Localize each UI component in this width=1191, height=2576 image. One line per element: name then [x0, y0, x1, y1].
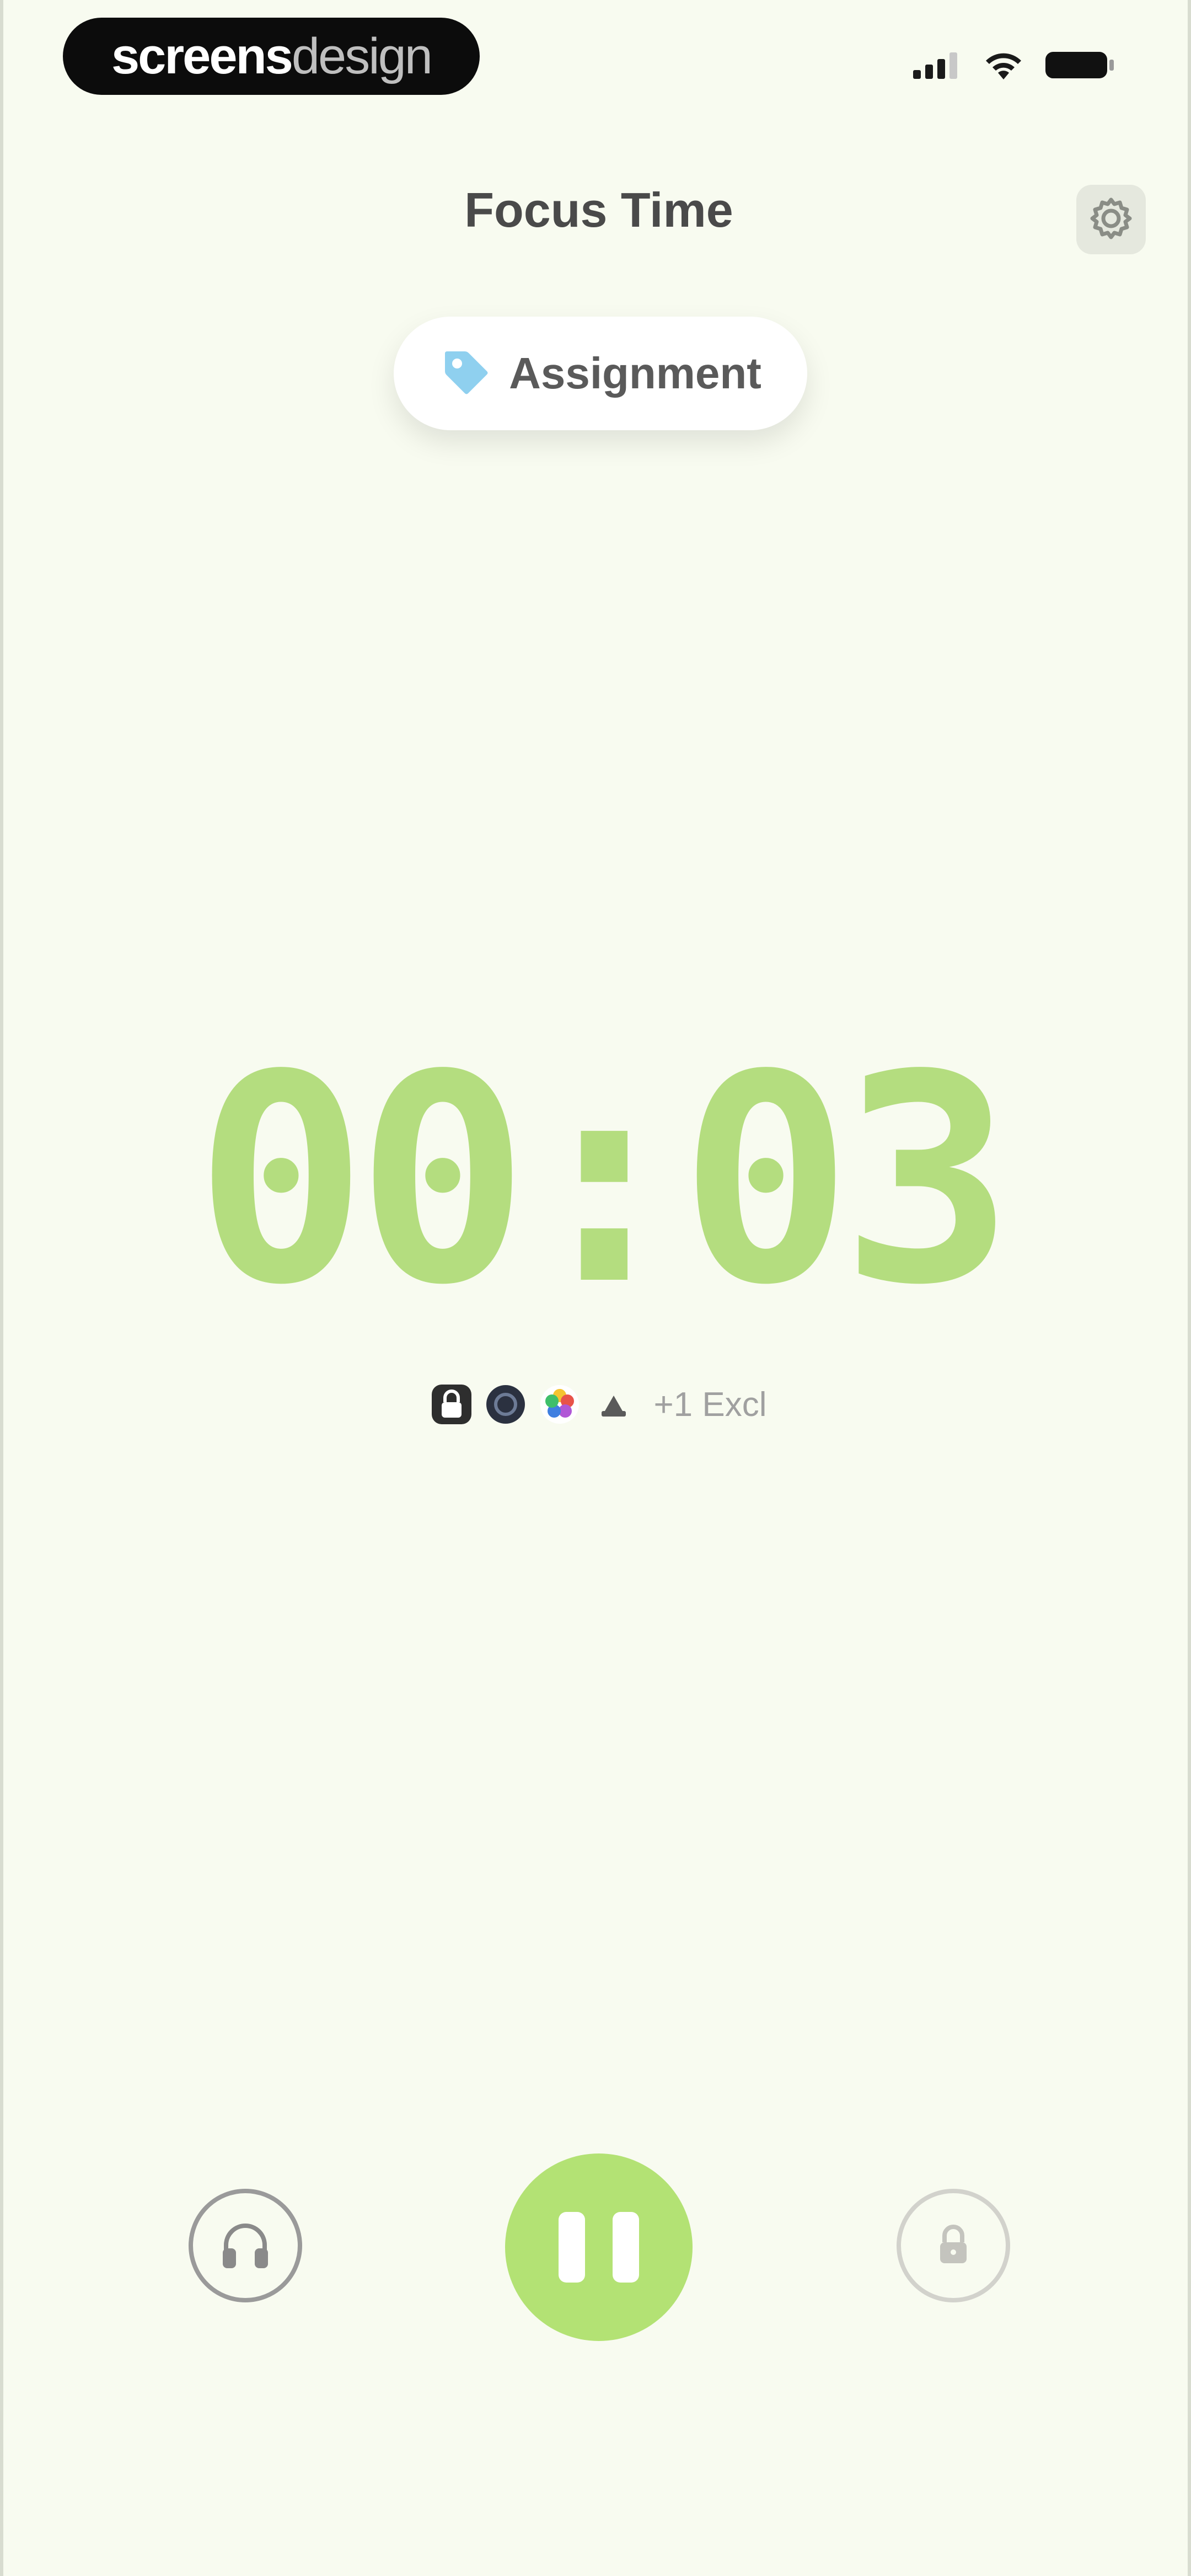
focus-screen: screens design Focus Time Assignment 00:…: [0, 0, 1191, 2576]
watermark-logo: screens design: [63, 18, 480, 95]
settings-button[interactable]: [1076, 185, 1146, 254]
status-bar: [913, 44, 1116, 88]
tag-label: Assignment: [509, 349, 761, 398]
watermark-part1: screens: [111, 28, 293, 84]
lock-icon: [926, 2217, 981, 2275]
audio-button[interactable]: [189, 2189, 302, 2302]
headphones-icon: [215, 2214, 276, 2278]
dark-app-icon: [485, 1383, 527, 1425]
lock-button[interactable]: [897, 2189, 1010, 2302]
battery-icon: [1044, 50, 1116, 83]
gear-icon: [1088, 195, 1134, 244]
excluded-count-label: +1 Excl: [653, 1385, 767, 1424]
pause-icon-bar: [613, 2212, 639, 2283]
cellular-signal-icon: [913, 51, 963, 82]
wifi-icon: [983, 50, 1024, 83]
drive-app-icon: [593, 1383, 635, 1425]
color-wheel-app-icon: [539, 1383, 581, 1425]
timer-display: 00:03: [195, 1013, 1013, 1348]
task-tag-chip[interactable]: Assignment: [394, 317, 807, 430]
pause-icon: [559, 2212, 585, 2283]
blocked-apps-row[interactable]: +1 Excl: [3, 1383, 1191, 1425]
watermark-part2: design: [291, 28, 433, 84]
lock-app-icon: [431, 1383, 473, 1425]
pause-button[interactable]: [505, 2153, 693, 2341]
tag-icon: [439, 346, 492, 402]
page-title: Focus Time: [464, 183, 733, 237]
